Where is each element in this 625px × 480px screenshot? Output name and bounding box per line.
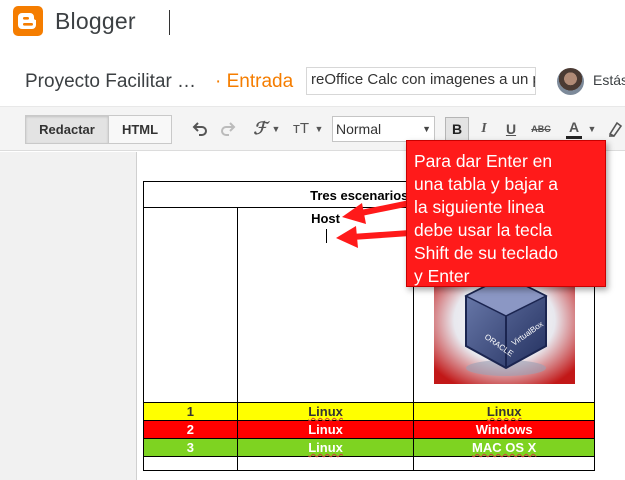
blogger-editor-window: Blogger Proyecto Facilitar … · Entrada r… bbox=[0, 0, 625, 480]
table-row[interactable]: 1 Linux Linux bbox=[143, 402, 595, 421]
text-cursor bbox=[326, 229, 327, 243]
font-size-icon[interactable]: тT bbox=[291, 117, 311, 141]
table-cell[interactable] bbox=[143, 207, 238, 403]
status-text: Estás bbox=[593, 72, 625, 88]
highlighter-icon[interactable] bbox=[606, 117, 624, 141]
avatar[interactable] bbox=[557, 68, 584, 95]
undo-icon[interactable] bbox=[190, 117, 210, 141]
table-cell[interactable] bbox=[143, 456, 238, 471]
annotation-callout: Para dar Enter en una tabla y bajar a la… bbox=[406, 140, 606, 287]
callout-line: Shift de su teclado bbox=[414, 243, 558, 263]
table-cell[interactable] bbox=[236, 456, 415, 471]
table-cell[interactable] bbox=[413, 456, 595, 471]
callout-line: la siguiente linea bbox=[414, 197, 545, 217]
row-number: 3 bbox=[143, 438, 238, 457]
row-host: Linux bbox=[236, 438, 415, 457]
app-brand: Blogger bbox=[55, 8, 136, 34]
row-host-text: Linux bbox=[308, 404, 343, 419]
row-host: Linux bbox=[236, 402, 415, 421]
bold-button[interactable]: B bbox=[445, 117, 469, 142]
italic-button[interactable]: I bbox=[477, 117, 491, 141]
row-host-text: Linux bbox=[308, 440, 343, 455]
chevron-down-icon[interactable]: ▼ bbox=[313, 117, 325, 141]
row-number: 1 bbox=[143, 402, 238, 421]
redo-icon[interactable] bbox=[218, 117, 238, 141]
callout-line: una tabla y bajar a bbox=[414, 174, 558, 194]
text-color-button[interactable]: A bbox=[566, 117, 582, 139]
callout-line: Para dar Enter en bbox=[414, 151, 553, 171]
row-guest-text: Linux bbox=[486, 404, 522, 419]
compose-mode-button[interactable]: Redactar bbox=[25, 115, 109, 144]
row-guest: MAC OS X bbox=[413, 438, 595, 457]
top-bar: Blogger bbox=[0, 0, 625, 46]
row-number: 2 bbox=[143, 420, 238, 439]
font-family-icon[interactable]: ℱ bbox=[252, 117, 268, 141]
post-type-label: · Entrada bbox=[215, 71, 294, 92]
table-row[interactable]: 3 Linux MAC OS X bbox=[143, 438, 595, 457]
callout-line: y Enter bbox=[414, 266, 470, 286]
format-value: Normal bbox=[336, 121, 382, 137]
post-title-input[interactable]: reOffice Calc con imagenes a un pc bbox=[306, 67, 536, 95]
post-title-value: reOffice Calc con imagenes a un pc bbox=[311, 71, 536, 88]
blog-name-breadcrumb[interactable]: Proyecto Facilitar … bbox=[25, 71, 196, 93]
row-guest-text: MAC OS X bbox=[472, 440, 537, 455]
chevron-down-icon[interactable]: ▼ bbox=[270, 117, 282, 141]
row-guest: Linux bbox=[413, 402, 595, 421]
underline-button[interactable]: U bbox=[503, 117, 519, 141]
chevron-down-icon[interactable]: ▼ bbox=[586, 117, 598, 141]
callout-line: debe usar la tecla bbox=[414, 220, 553, 240]
html-mode-button[interactable]: HTML bbox=[108, 115, 172, 144]
table-row[interactable]: 2 Linux Windows bbox=[143, 420, 595, 439]
strikethrough-button[interactable]: ABC bbox=[530, 117, 552, 141]
host-label: Host bbox=[311, 211, 340, 226]
post-title-row: Proyecto Facilitar … · Entrada reOffice … bbox=[0, 55, 625, 105]
paragraph-format-select[interactable]: Normal ▼ bbox=[332, 116, 435, 142]
row-guest: Windows bbox=[413, 420, 595, 439]
chevron-down-icon: ▼ bbox=[422, 124, 431, 134]
row-host: Linux bbox=[236, 420, 415, 439]
divider bbox=[169, 10, 170, 35]
blogger-logo-icon[interactable] bbox=[13, 6, 43, 36]
